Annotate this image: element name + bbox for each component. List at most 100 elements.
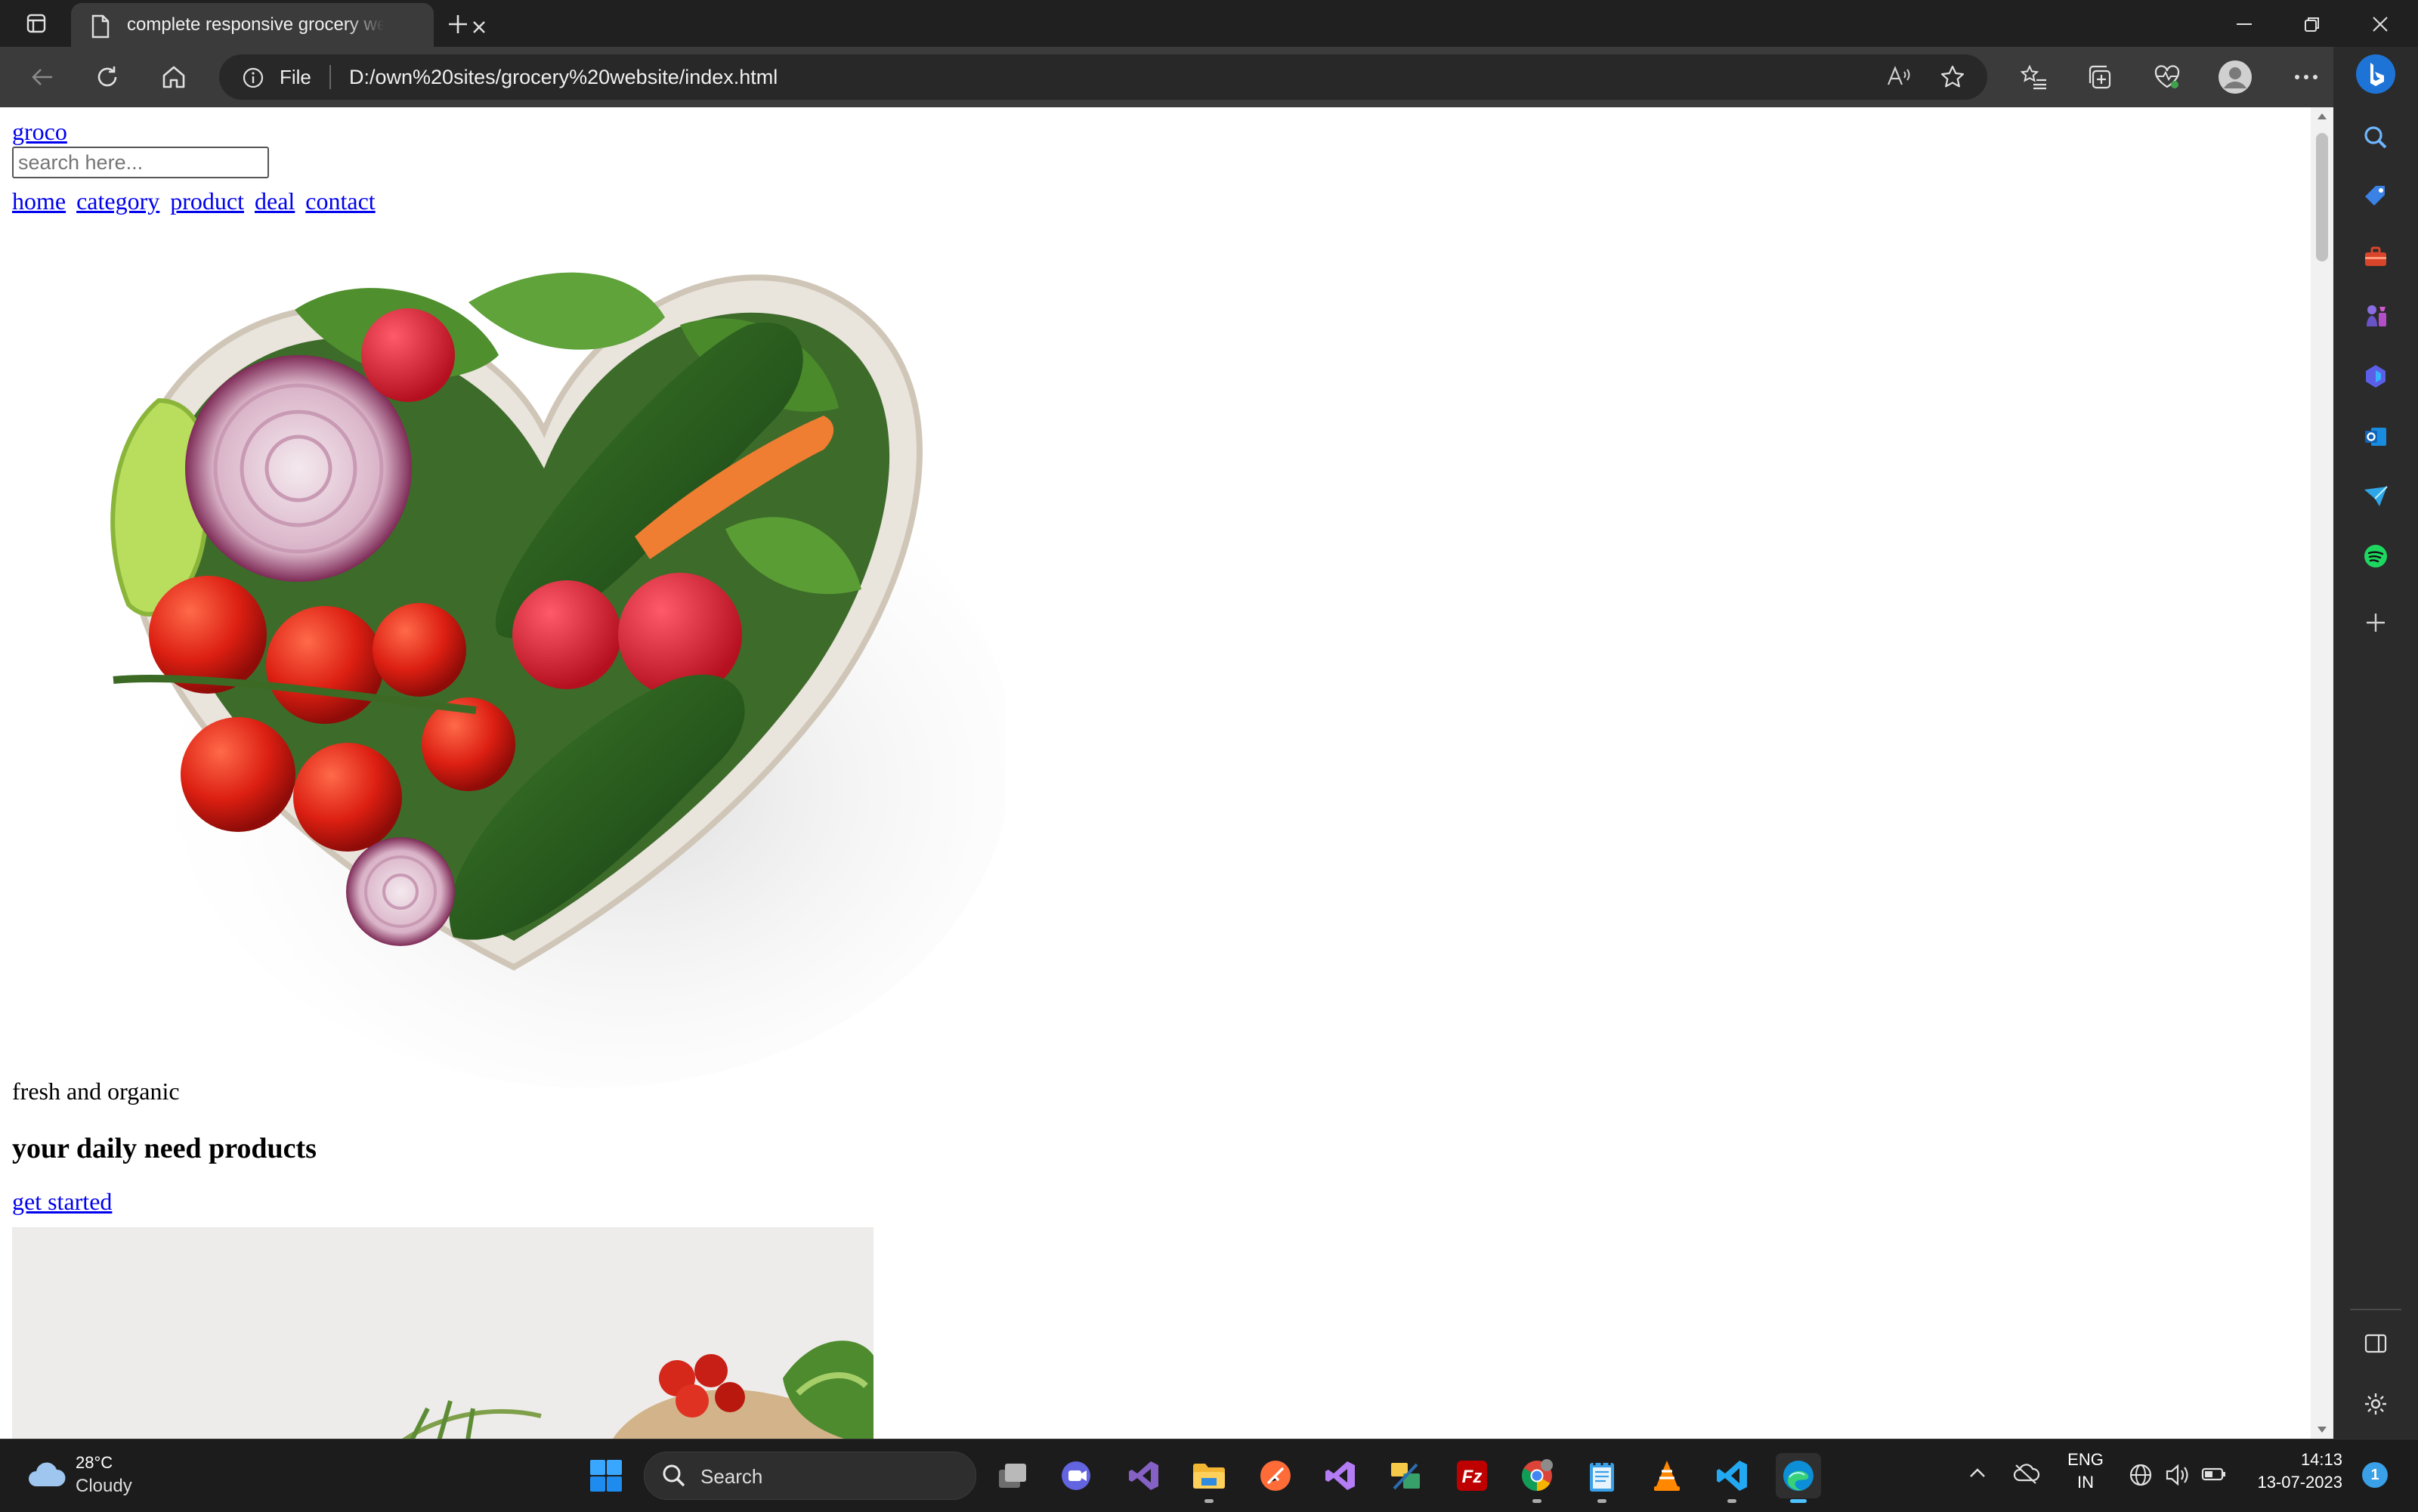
favorites-list-icon (2020, 64, 2046, 90)
weather-condition: Cloudy (76, 1476, 132, 1496)
photos-app[interactable] (1383, 1453, 1428, 1498)
running-indicator (1204, 1499, 1214, 1503)
sidebar-tools-button[interactable] (2356, 237, 2395, 277)
edge-app[interactable] (1776, 1453, 1821, 1503)
logo-link[interactable]: groco (12, 118, 67, 146)
postman-app[interactable] (1253, 1453, 1298, 1498)
avatar (2219, 60, 2252, 94)
language-code: ENG (2067, 1450, 2104, 1469)
browser-tab-active[interactable]: complete responsive grocery website (71, 3, 485, 47)
file-explorer-app[interactable] (1186, 1453, 1232, 1503)
notepad-app[interactable] (1579, 1453, 1625, 1503)
browser-essentials-button[interactable] (2149, 60, 2185, 94)
visual-studio-app[interactable] (1121, 1453, 1167, 1498)
notification-badge[interactable]: 1 (2362, 1462, 2388, 1488)
vscode-app[interactable] (1709, 1453, 1755, 1503)
shopping-tag-icon (2365, 186, 2385, 206)
spotify-icon (2364, 545, 2387, 567)
profile-button[interactable] (2217, 60, 2253, 94)
collections-button[interactable] (2081, 60, 2117, 94)
get-started-link[interactable]: get started (12, 1188, 112, 1216)
outlook-icon (2365, 428, 2386, 446)
notepad-icon (1590, 1461, 1614, 1492)
search-input[interactable] (12, 147, 269, 178)
taskbar-search-box[interactable]: Search (644, 1452, 976, 1500)
refresh-button[interactable] (89, 60, 125, 94)
sidebar-spotify-button[interactable] (2356, 536, 2395, 576)
scroll-up-arrow-icon[interactable] (2318, 113, 2327, 119)
url-text[interactable]: D:/own%20sites/grocery%20website/index.h… (349, 66, 778, 89)
visual-studio-icon (1325, 1461, 1355, 1490)
nav-link-contact[interactable]: contact (305, 187, 375, 215)
cloud-offline-icon (2013, 1464, 2040, 1484)
cloud-icon (29, 1462, 66, 1486)
nav-link-product[interactable]: product (170, 187, 244, 215)
gear-icon (2365, 1393, 2386, 1415)
tab-actions-menu-button[interactable] (21, 11, 51, 36)
window-close-button[interactable] (2358, 8, 2403, 41)
photo-tools-icon (1391, 1463, 1420, 1490)
onedrive-status[interactable] (2013, 1462, 2040, 1489)
visual-studio-2-app[interactable] (1318, 1453, 1363, 1498)
page-scrollbar[interactable] (2311, 107, 2333, 1439)
close-icon (2373, 17, 2388, 32)
volume-indicator[interactable] (2164, 1462, 2191, 1492)
show-hidden-icons-button[interactable] (1968, 1464, 1987, 1487)
new-tab-button[interactable] (443, 9, 473, 39)
filezilla-app[interactable]: Fz (1449, 1453, 1495, 1498)
more-dots-icon (2295, 75, 2318, 79)
favorite-star-icon[interactable] (1939, 63, 1966, 94)
refresh-icon (97, 66, 117, 87)
network-indicator[interactable] (2128, 1462, 2154, 1492)
plus-icon (2367, 614, 2385, 632)
running-indicator (1597, 1499, 1606, 1503)
search-icon (2364, 126, 2387, 149)
sidebar-hide-button[interactable] (2356, 1324, 2395, 1363)
scroll-down-arrow-icon[interactable] (2318, 1427, 2327, 1433)
window-minimize-button[interactable] (2222, 8, 2267, 41)
sidebar-settings-button[interactable] (2356, 1384, 2395, 1424)
scrollbar-thumb[interactable] (2316, 133, 2328, 261)
restore-icon (2305, 17, 2319, 32)
address-bar[interactable]: File D:/own%20sites/grocery%20website/in… (219, 54, 1987, 100)
clock[interactable]: 14:13 13-07-2023 (2237, 1450, 2342, 1492)
nav-link-deal[interactable]: deal (255, 187, 295, 215)
weather-temperature: 28°C (76, 1453, 113, 1472)
task-view-icon (999, 1464, 1026, 1488)
sidebar-shopping-button[interactable] (2356, 177, 2395, 216)
settings-and-more-button[interactable] (2288, 60, 2324, 94)
home-button[interactable] (156, 60, 192, 94)
sidebar-drop-button[interactable] (2356, 476, 2395, 515)
plus-icon (449, 15, 467, 33)
language-indicator[interactable]: ENG IN (2063, 1450, 2108, 1492)
page-viewport: groco home category product deal contact (0, 107, 2311, 1439)
sidebar-games-button[interactable] (2356, 296, 2395, 335)
weather-widget[interactable]: 28°C Cloudy (23, 1452, 159, 1500)
teams-chat-app[interactable] (1055, 1453, 1100, 1498)
task-view-button[interactable] (990, 1453, 1035, 1498)
back-button[interactable] (24, 60, 60, 94)
url-scheme-label: File (280, 66, 311, 88)
favorites-button[interactable] (2016, 60, 2052, 94)
edge-sidebar (2333, 47, 2418, 1439)
sidebar-add-button[interactable] (2356, 603, 2395, 642)
vlc-cone-icon (1654, 1461, 1680, 1491)
chrome-app[interactable] (1514, 1453, 1560, 1503)
sidebar-outlook-button[interactable] (2356, 417, 2395, 456)
nav-link-home[interactable]: home (12, 187, 66, 215)
sidebar-search-button[interactable] (2356, 118, 2395, 157)
bing-copilot-button[interactable] (2355, 53, 2397, 95)
site-info-icon[interactable] (242, 66, 264, 93)
browser-title-bar: complete responsive grocery website (0, 0, 2418, 47)
sidebar-office-button[interactable] (2356, 357, 2395, 396)
visual-studio-icon (1129, 1461, 1158, 1490)
hero-subtitle: fresh and organic (12, 1078, 180, 1105)
read-aloud-icon[interactable] (1886, 65, 1912, 93)
nav-link-category[interactable]: category (76, 187, 159, 215)
window-restore-button[interactable] (2290, 8, 2335, 41)
toolbox-icon (2365, 246, 2386, 266)
clock-date: 13-07-2023 (2257, 1473, 2342, 1492)
start-button[interactable] (583, 1453, 629, 1498)
battery-indicator[interactable] (2200, 1464, 2228, 1489)
vlc-app[interactable] (1644, 1453, 1690, 1498)
